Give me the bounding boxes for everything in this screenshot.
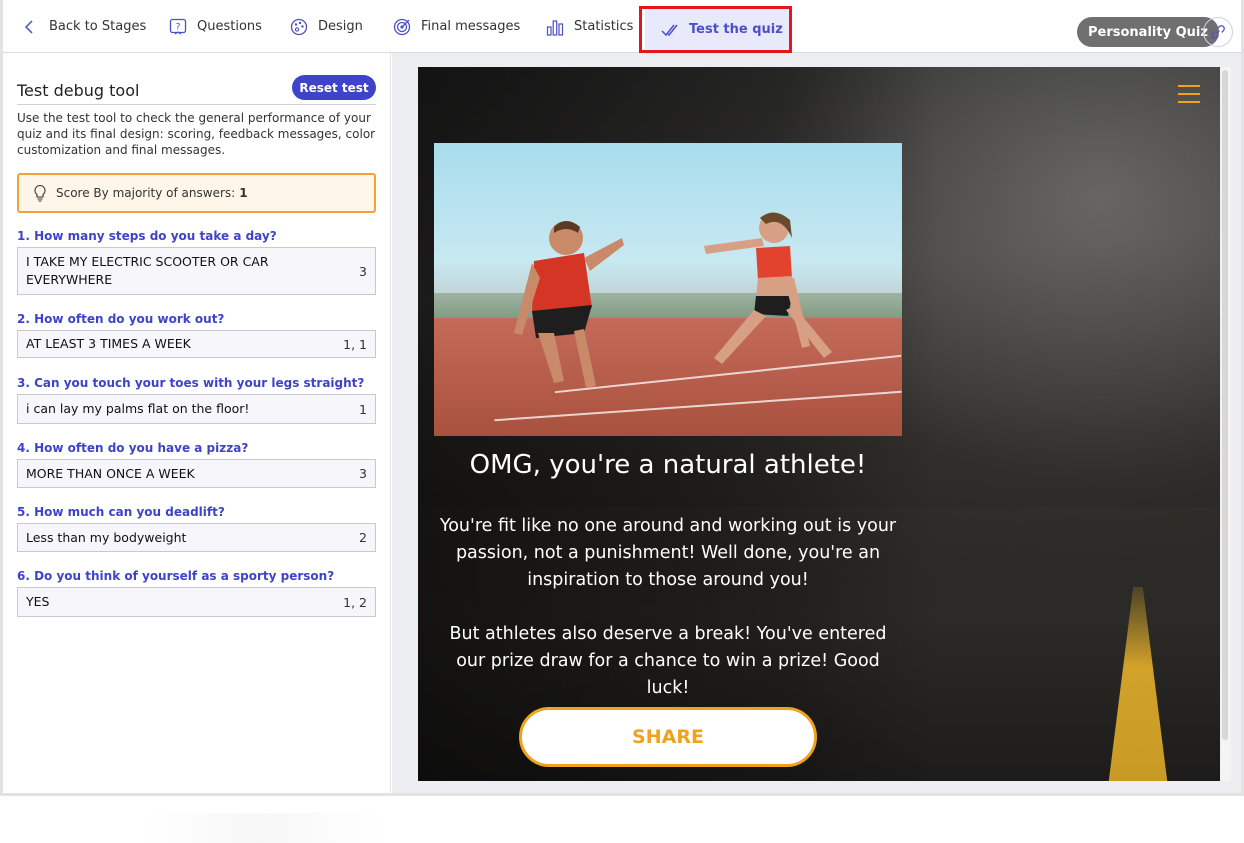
tab-statistics[interactable]: Statistics [545,0,633,53]
lightbulb-icon [34,184,46,202]
share-button[interactable]: SHARE [519,707,817,767]
question-1: 1. How many steps do you take a day? [17,229,277,243]
question-6: 6. Do you think of yourself as a sporty … [17,569,335,583]
answer-3: i can lay my palms flat on the floor! 1 [17,394,376,424]
back-label: Back to Stages [49,19,147,34]
title-divider [17,104,376,105]
answer-4: MORE THAN ONCE A WEEK 3 [17,459,376,488]
svg-text:?: ? [176,22,181,32]
tab-statistics-label: Statistics [574,19,634,34]
tab-design[interactable]: Design [289,0,363,53]
tab-design-label: Design [318,19,363,34]
answer-2-score: 1, 1 [343,336,367,352]
athlete-man [514,221,624,388]
result-description: You're fit like no one around and workin… [439,516,897,590]
answer-3-score: 1 [359,401,367,417]
score-label: Score By majority of answers: [56,186,236,200]
question-icon: ? [169,18,187,35]
back-to-stages-link[interactable]: Back to Stages [20,0,146,53]
reset-test-button[interactable]: Reset test [292,75,376,100]
answer-1-score: 3 [359,263,367,279]
answer-6-score: 1, 2 [343,594,367,610]
answer-4-score: 3 [359,466,367,481]
panel-fade [143,813,383,843]
score-value: 1 [239,186,248,200]
answer-1-text: I TAKE MY ELECTRIC SCOOTER OR CAR EVERYW… [26,254,269,287]
answer-5: Less than my bodyweight 2 [17,523,376,552]
menu-icon[interactable] [1178,83,1200,105]
bar-chart-icon [546,19,564,36]
palette-icon [290,18,308,35]
question-3: 3. Can you touch your toes with your leg… [17,376,365,390]
answer-2: AT LEAST 3 TIMES A WEEK 1, 1 [17,330,376,358]
result-prize-note: But athletes also deserve a break! You'v… [449,624,887,698]
tab-final-messages[interactable]: Final messages [392,0,520,53]
preview-scrollbar-thumb[interactable] [1222,70,1228,740]
share-link-button[interactable] [1203,17,1233,47]
question-2: 2. How often do you work out? [17,312,225,326]
quiz-preview: OMG, you're a natural athlete! You're fi… [418,67,1220,781]
answer-4-text: MORE THAN ONCE A WEEK [26,465,195,481]
top-navigation: Back to Stages ? Questions Design Final … [3,0,1241,53]
answer-5-text: Less than my bodyweight [26,529,187,545]
question-4: 4. How often do you have a pizza? [17,441,249,455]
target-icon [393,18,411,35]
chevron-left-icon [24,19,33,34]
active-tab-highlight [639,6,792,53]
athlete-woman [704,212,832,364]
tab-questions-label: Questions [197,19,262,34]
result-image [434,143,902,436]
answer-2-text: AT LEAST 3 TIMES A WEEK [26,336,191,351]
panel-title: Test debug tool [17,81,140,100]
panel-description: Use the test tool to check the general p… [17,111,376,157]
tab-final-messages-label: Final messages [421,19,521,34]
question-5: 5. How much can you deadlift? [17,505,225,519]
quiz-type-badge[interactable]: Personality Quiz [1077,17,1219,47]
answer-5-score: 2 [359,530,367,545]
answer-1: I TAKE MY ELECTRIC SCOOTER OR CAR EVERYW… [17,247,376,295]
tab-questions[interactable]: ? Questions [168,0,262,53]
answer-6: YES 1, 2 [17,587,376,617]
result-title: OMG, you're a natural athlete! [469,450,867,480]
answer-6-text: YES [26,594,50,609]
answer-3-text: i can lay my palms flat on the floor! [26,401,250,416]
link-icon [1211,25,1225,39]
debug-panel: Test debug tool Reset test Use the test … [3,53,391,843]
score-summary: Score By majority of answers: 1 [17,173,376,213]
